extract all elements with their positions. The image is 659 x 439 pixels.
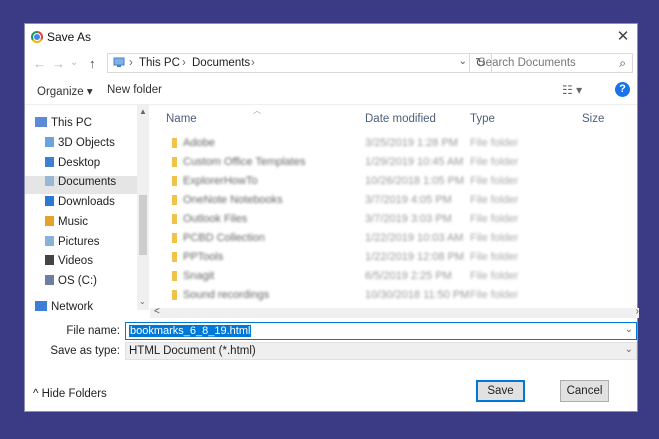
hide-folders-button[interactable]: ^ Hide Folders xyxy=(33,388,107,400)
new-folder-button[interactable]: New folder xyxy=(107,84,162,96)
scrollbar-thumb[interactable] xyxy=(139,195,147,255)
folder-icon xyxy=(172,138,177,148)
tree-item-documents[interactable]: Documents xyxy=(25,176,137,194)
videos-icon xyxy=(45,255,54,265)
view-options-icon[interactable]: ☷ ▾ xyxy=(562,83,582,97)
cancel-button[interactable]: Cancel xyxy=(560,380,609,402)
save-button[interactable]: Save xyxy=(476,380,525,402)
file-row[interactable]: Snagit 6/5/2019 2:25 PM File folder xyxy=(150,266,630,286)
search-input[interactable]: Search Documents ⌕ xyxy=(469,53,633,73)
breadcrumb-documents[interactable]: Documents xyxy=(192,57,250,69)
command-toolbar: Organize ▾ New folder ☷ ▾ ? xyxy=(25,78,637,105)
desktop-icon xyxy=(45,157,54,167)
back-arrow-icon[interactable]: ← xyxy=(33,56,46,71)
save-as-dialog: Save As ✕ ← → ⌄ ↑ › This PC › Documents … xyxy=(24,23,639,412)
tree-item-network[interactable]: Network xyxy=(35,301,147,319)
file-row[interactable]: Outlook Files 3/7/2019 3:03 PM File folder xyxy=(150,209,630,229)
folder-icon xyxy=(172,271,177,281)
documents-icon xyxy=(45,176,54,186)
folder-icon xyxy=(172,157,177,167)
file-row[interactable]: Adobe 3/25/2019 1:28 PM File folder xyxy=(150,133,630,153)
column-header-size[interactable]: Size xyxy=(582,113,604,125)
file-name-field[interactable]: bookmarks_6_8_19.html ⌄ xyxy=(125,322,637,340)
navigation-bar: ← → ⌄ ↑ › This PC › Documents › ⌄ ↻ Sear… xyxy=(25,52,637,76)
navigation-pane: This PC 3D Objects Desktop Documents Dow… xyxy=(25,105,150,313)
file-row[interactable]: Sound recordings 10/30/2018 11:50 PM File … xyxy=(150,285,630,305)
folder-icon xyxy=(172,195,177,205)
folder-icon xyxy=(172,233,177,243)
forward-arrow-icon[interactable]: → xyxy=(52,56,65,71)
file-row[interactable]: PPTools 1/22/2019 12:08 PM File folder xyxy=(150,247,630,267)
this-pc-icon xyxy=(113,57,125,67)
breadcrumb-this-pc[interactable]: This PC xyxy=(139,57,180,69)
column-header-name[interactable]: Name xyxy=(166,113,197,125)
address-dropdown-icon[interactable]: ⌄ xyxy=(459,56,467,67)
title-bar: Save As ✕ xyxy=(25,24,637,50)
save-as-type-dropdown-icon[interactable]: ⌄ xyxy=(625,344,633,355)
save-as-type-value: HTML Document (*.html) xyxy=(129,345,256,357)
file-name-dropdown-icon[interactable]: ⌄ xyxy=(625,324,633,335)
breadcrumb-separator: › xyxy=(251,57,255,69)
chrome-icon xyxy=(31,31,43,43)
up-arrow-icon[interactable]: ↑ xyxy=(89,56,96,71)
scroll-right-icon[interactable]: › xyxy=(636,306,639,317)
help-icon[interactable]: ? xyxy=(615,82,630,97)
cube-icon xyxy=(45,137,54,147)
scroll-left-icon[interactable]: < xyxy=(154,306,160,317)
folder-icon xyxy=(172,214,177,224)
scroll-down-icon[interactable]: ⌄ xyxy=(139,297,146,306)
file-list: ︿ Name Date modified Type Size Adobe 3/25… xyxy=(150,105,639,308)
column-header-date-modified[interactable]: Date modified xyxy=(365,113,436,125)
file-name-value: bookmarks_6_8_19.html xyxy=(129,325,252,337)
file-row[interactable]: Custom Office Templates 1/29/2019 10:45 A… xyxy=(150,152,630,172)
file-row[interactable]: OneNote Notebooks 3/7/2019 4:05 PM File fo… xyxy=(150,190,630,210)
file-name-label: File name: xyxy=(66,325,120,337)
window-title: Save As xyxy=(47,30,92,44)
save-as-type-select[interactable]: HTML Document (*.html) ⌄ xyxy=(125,342,637,360)
recent-locations-chevron-icon[interactable]: ⌄ xyxy=(70,57,78,68)
download-icon xyxy=(45,196,54,206)
folder-icon xyxy=(172,290,177,300)
drive-icon xyxy=(45,275,54,285)
file-row[interactable]: PCBD Collection 1/22/2019 10:03 AM File fo… xyxy=(150,228,630,248)
tree-item-this-pc[interactable]: This PC xyxy=(35,117,147,135)
breadcrumb-separator: › xyxy=(129,57,133,69)
column-header-type[interactable]: Type xyxy=(470,113,495,125)
pictures-icon xyxy=(45,236,54,246)
breadcrumb-separator: › xyxy=(182,57,186,69)
computer-icon xyxy=(35,117,47,127)
horizontal-scrollbar[interactable]: < › xyxy=(150,306,639,318)
address-bar[interactable]: › This PC › Documents › ⌄ ↻ xyxy=(107,53,492,73)
search-icon: ⌕ xyxy=(619,56,626,70)
folder-icon xyxy=(172,252,177,262)
search-placeholder: Search Documents xyxy=(478,57,576,69)
folder-icon xyxy=(172,176,177,186)
scroll-up-icon[interactable]: ▲ xyxy=(139,107,147,116)
navigation-scrollbar[interactable]: ▲ ⌄ xyxy=(137,105,149,310)
save-as-type-label: Save as type: xyxy=(50,345,120,357)
file-row[interactable]: ExplorerHowTo 10/26/2018 1:05 PM File fold… xyxy=(150,171,630,191)
music-icon xyxy=(45,216,54,226)
network-icon xyxy=(35,301,47,311)
organize-button[interactable]: Organize ▾ xyxy=(37,84,93,98)
sort-arrow-icon: ︿ xyxy=(253,106,261,115)
close-icon[interactable]: ✕ xyxy=(615,27,631,45)
